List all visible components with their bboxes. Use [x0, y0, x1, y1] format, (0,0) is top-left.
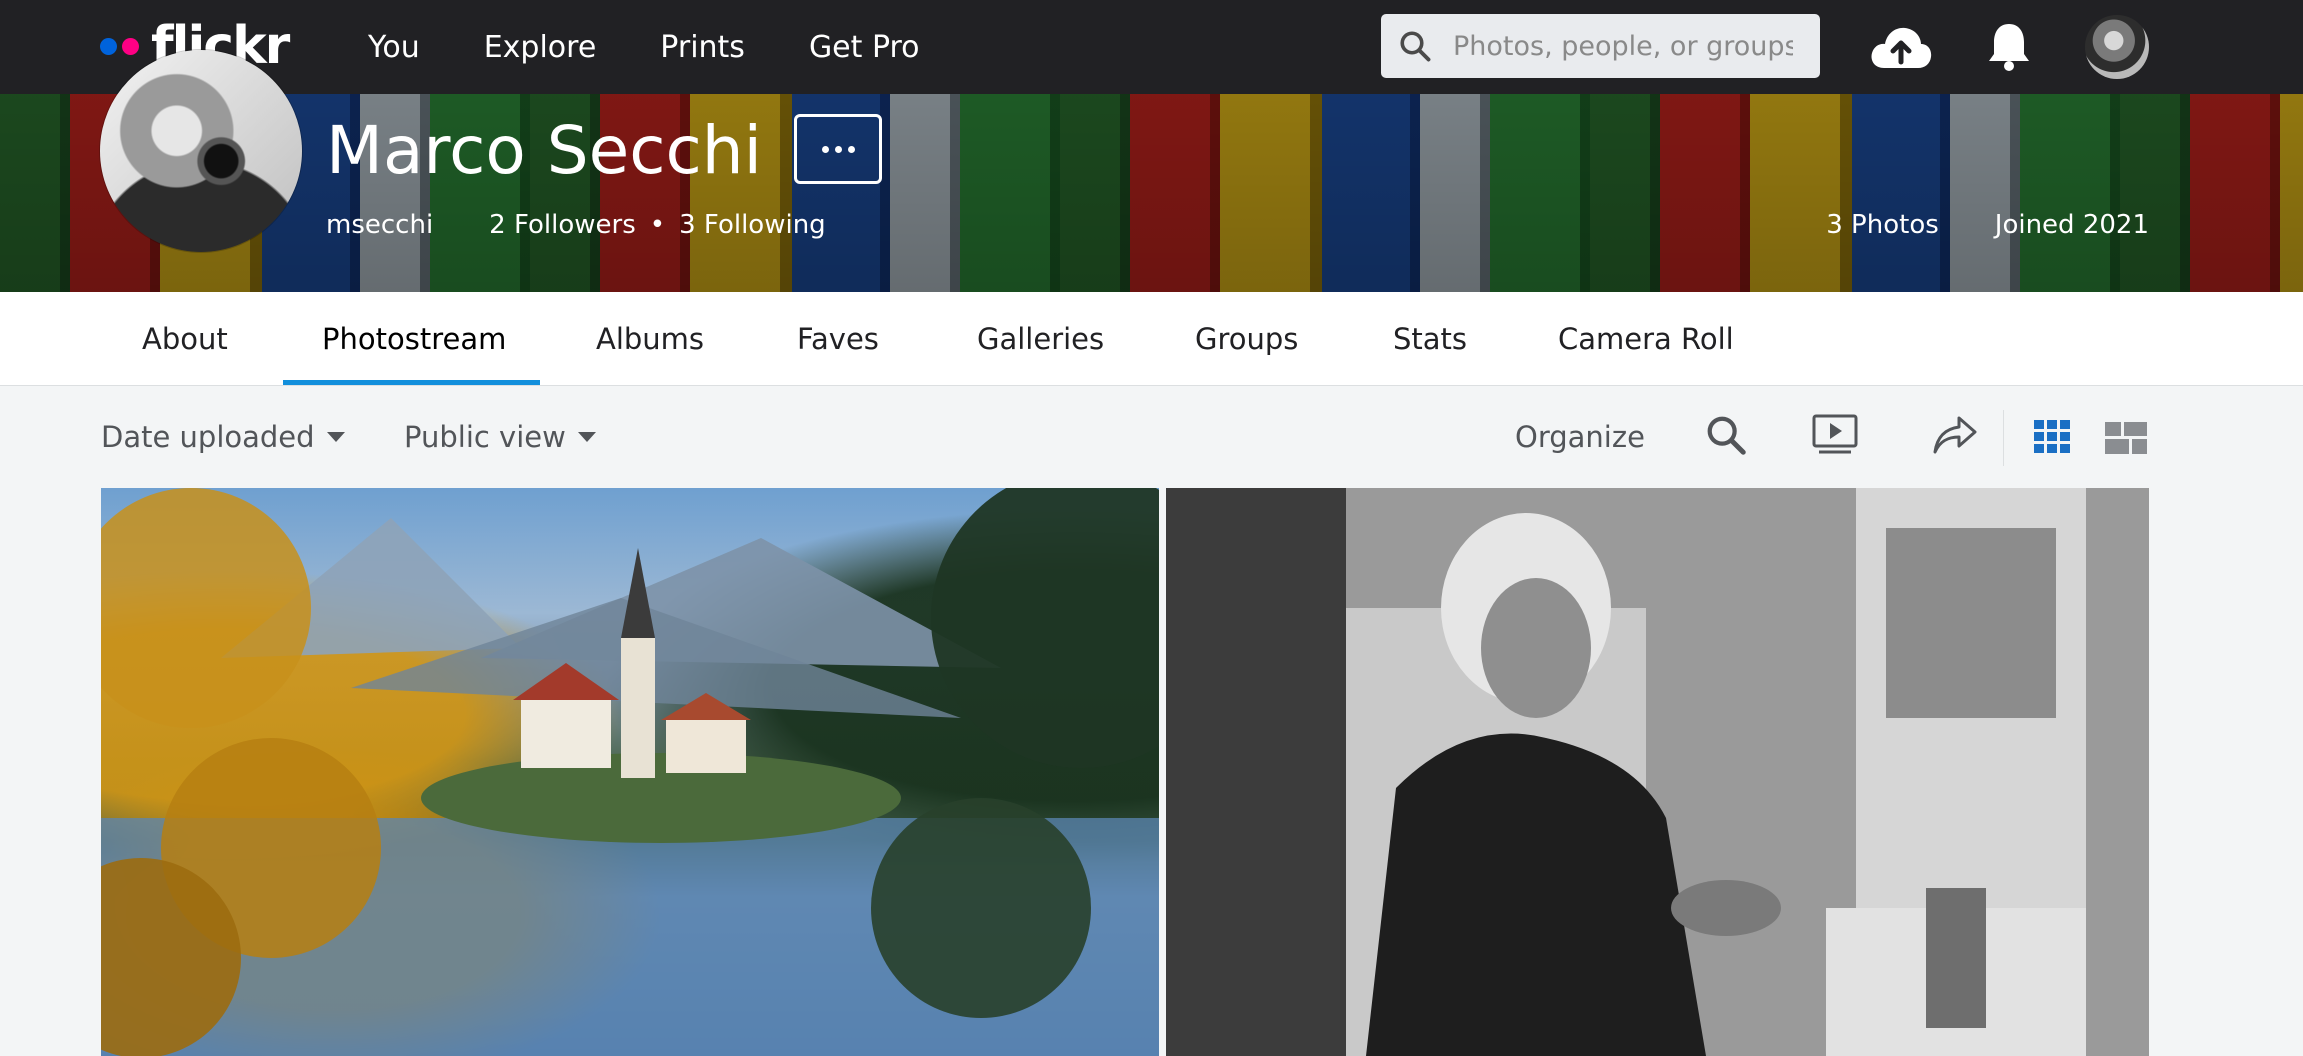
nav-link-explore[interactable]: Explore	[484, 30, 597, 65]
profile-avatar[interactable]	[100, 50, 302, 252]
nav-link-prints[interactable]: Prints	[660, 30, 745, 65]
organize-link[interactable]: Organize	[1515, 420, 1645, 454]
woman-kitchen-image	[1166, 488, 2149, 1056]
user-avatar[interactable]	[2085, 15, 2149, 79]
dot-separator: •	[649, 210, 666, 240]
nav-link-get-pro[interactable]: Get Pro	[809, 30, 920, 65]
more-options-button[interactable]	[794, 114, 882, 184]
more-dot	[821, 145, 829, 153]
search-input[interactable]	[1451, 29, 1795, 63]
profile-name: Marco Secchi	[326, 112, 762, 189]
joined-date: Joined 2021	[1994, 210, 2149, 240]
search-icon	[1400, 31, 1431, 62]
profile-tabs: About Photostream Albums Faves Galleries…	[0, 292, 2303, 386]
toolbar-divider	[2003, 410, 2004, 466]
top-navigation-bar: flickr You Explore Prints Get Pro	[0, 0, 2303, 94]
logo-pink-dot	[122, 37, 139, 55]
search-icon[interactable]	[1703, 412, 1749, 458]
tab-camera-roll[interactable]: Camera Roll	[1558, 292, 1734, 386]
logo-blue-dot	[100, 37, 117, 55]
tab-about[interactable]: About	[142, 292, 228, 386]
chevron-down-icon	[326, 432, 345, 442]
active-tab-indicator	[283, 380, 540, 385]
view-dropdown[interactable]: Public view	[404, 420, 596, 454]
tab-faves[interactable]: Faves	[797, 292, 879, 386]
tab-galleries[interactable]: Galleries	[977, 292, 1104, 386]
view-label: Public view	[404, 420, 566, 454]
grid-view-icon[interactable]	[2034, 420, 2070, 454]
slideshow-icon[interactable]	[1811, 412, 1859, 458]
followers-link[interactable]: 2 Followers	[489, 210, 636, 240]
profile-meta: 3 Photos Joined 2021	[1826, 210, 2149, 240]
photo-count: 3 Photos	[1826, 210, 1939, 240]
tab-groups[interactable]: Groups	[1195, 292, 1298, 386]
photo-thumbnail[interactable]	[101, 488, 1159, 1056]
lake-bled-image	[101, 488, 1159, 1056]
share-icon[interactable]	[1931, 412, 1979, 458]
search-box[interactable]	[1381, 14, 1820, 78]
sort-label: Date uploaded	[101, 420, 315, 454]
following-link[interactable]: 3 Following	[679, 210, 826, 240]
notification-bell-icon[interactable]	[1985, 20, 2033, 74]
nav-link-you[interactable]: You	[368, 30, 420, 65]
photo-thumbnail[interactable]	[1166, 488, 2149, 1056]
upload-cloud-icon[interactable]	[1868, 22, 1934, 72]
justified-view-icon[interactable]	[2105, 422, 2147, 454]
main-nav-links: You Explore Prints Get Pro	[368, 0, 984, 94]
profile-username: msecchi	[326, 210, 434, 240]
photostream-toolbar: Date uploaded Public view Organize	[0, 386, 2303, 490]
tab-albums[interactable]: Albums	[596, 292, 704, 386]
tab-photostream[interactable]: Photostream	[322, 292, 506, 386]
chevron-down-icon	[577, 432, 596, 442]
more-dot	[834, 145, 842, 153]
more-dot	[847, 145, 855, 153]
sort-dropdown[interactable]: Date uploaded	[101, 420, 345, 454]
tab-stats[interactable]: Stats	[1393, 292, 1467, 386]
profile-stats: msecchi 2 Followers • 3 Following	[326, 210, 826, 240]
